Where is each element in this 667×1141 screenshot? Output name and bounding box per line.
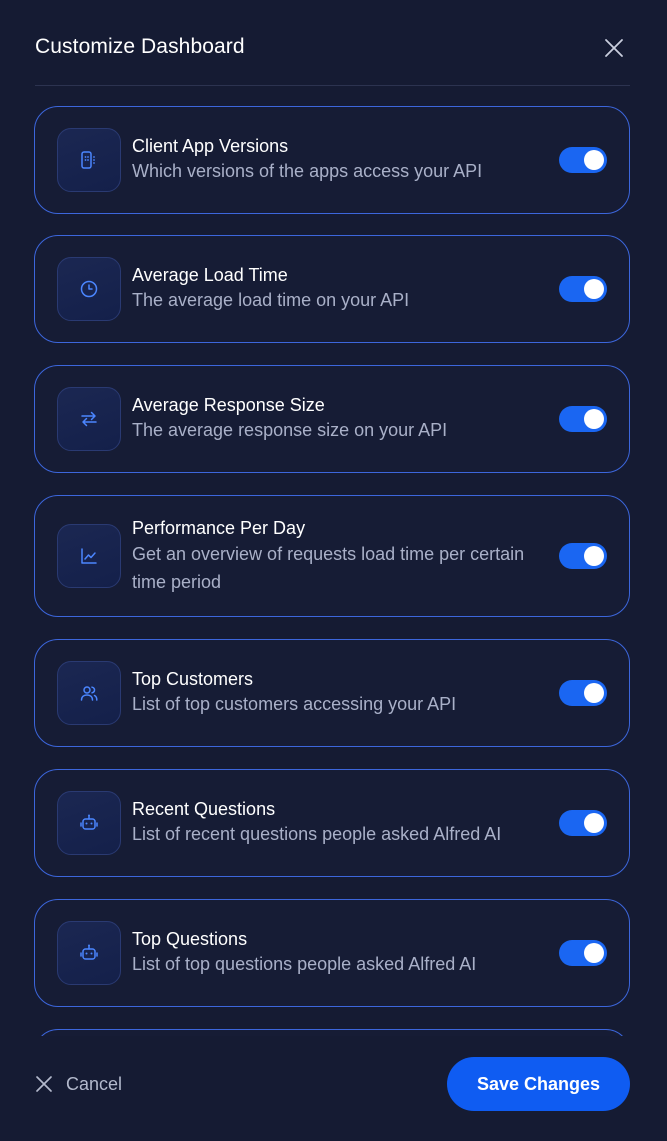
widget-icon-box (57, 921, 121, 985)
toggle-knob (584, 813, 604, 833)
widget-card-partial[interactable] (34, 1029, 630, 1036)
widget-card-top-customers[interactable]: Top Customers List of top customers acce… (34, 639, 630, 747)
widget-description: List of recent questions people asked Al… (132, 824, 502, 844)
widget-title: Client App Versions (132, 136, 289, 156)
widget-card-top-questions[interactable]: Top Questions List of top questions peop… (34, 899, 630, 1007)
widget-icon-box (57, 387, 121, 451)
toggle-knob (584, 546, 604, 566)
cancel-button[interactable]: Cancel (35, 1073, 122, 1095)
widget-text: Top Questions List of top questions peop… (132, 927, 549, 978)
widget-text: Average Load Time The average load time … (132, 263, 549, 314)
widget-text: Top Customers List of top customers acce… (132, 667, 549, 718)
widget-toggle[interactable] (559, 276, 607, 302)
widget-icon-box (57, 257, 121, 321)
widget-toggle[interactable] (559, 680, 607, 706)
widget-description: List of top questions people asked Alfre… (132, 954, 477, 974)
widget-toggle[interactable] (559, 406, 607, 432)
users-icon (80, 686, 98, 701)
robot-icon (80, 944, 98, 960)
widget-card-performance-per-day[interactable]: Performance Per Day Get an overview of r… (34, 495, 630, 617)
widget-text: Performance Per Day Get an overview of r… (132, 516, 549, 596)
widget-toggle[interactable] (559, 147, 607, 173)
widget-list[interactable]: Client App Versions Which versions of th… (34, 106, 630, 1036)
line-chart-icon (81, 548, 97, 564)
toggle-knob (584, 279, 604, 299)
widget-toggle[interactable] (559, 543, 607, 569)
widget-description: Which versions of the apps access your A… (132, 161, 483, 181)
widget-toggle[interactable] (559, 940, 607, 966)
customize-dashboard-modal: Customize Dashboard Client App Versions (0, 0, 667, 1141)
modal-footer: Cancel Save Changes (0, 1036, 667, 1141)
widget-title: Recent Questions (132, 799, 276, 819)
widget-card-average-response-size[interactable]: Average Response Size The average respon… (34, 365, 630, 473)
toggle-knob (584, 683, 604, 703)
close-icon (36, 1076, 52, 1092)
widget-text: Recent Questions List of recent question… (132, 797, 569, 848)
widget-title: Top Questions (132, 929, 248, 949)
toggle-knob (584, 150, 604, 170)
widget-title: Top Customers (132, 669, 254, 689)
modal-title: Customize Dashboard (35, 35, 245, 58)
widget-title: Average Load Time (132, 265, 288, 285)
widget-text: Client App Versions Which versions of th… (132, 134, 549, 185)
widget-icon-box (57, 661, 121, 725)
toggle-knob (584, 409, 604, 429)
widget-icon-box (57, 524, 121, 588)
widget-card-client-app-versions[interactable]: Client App Versions Which versions of th… (34, 106, 630, 214)
widget-title: Performance Per Day (132, 518, 306, 538)
widget-card-recent-questions[interactable]: Recent Questions List of recent question… (34, 769, 630, 877)
widget-icon-box (57, 128, 121, 192)
arrows-exchange-icon (81, 411, 97, 427)
toggle-knob (584, 943, 604, 963)
close-icon (605, 39, 623, 57)
save-changes-button[interactable]: Save Changes (447, 1057, 630, 1111)
widget-title: Average Response Size (132, 395, 325, 415)
clock-icon (80, 280, 98, 298)
widget-description: The average load time on your API (132, 290, 410, 310)
widget-description: The average response size on your API (132, 420, 448, 440)
close-button[interactable] (602, 36, 626, 60)
widget-text: Average Response Size The average respon… (132, 393, 549, 444)
widget-description: List of top customers accessing your API (132, 694, 457, 714)
robot-icon (80, 814, 98, 830)
widget-card-average-load-time[interactable]: Average Load Time The average load time … (34, 235, 630, 343)
widget-description: Get an overview of requests load time pe… (132, 544, 525, 592)
widget-toggle[interactable] (559, 810, 607, 836)
cancel-label: Cancel (66, 1073, 123, 1094)
modal-header: Customize Dashboard (35, 0, 630, 86)
app-grid-icon (81, 151, 95, 169)
widget-icon-box (57, 791, 121, 855)
